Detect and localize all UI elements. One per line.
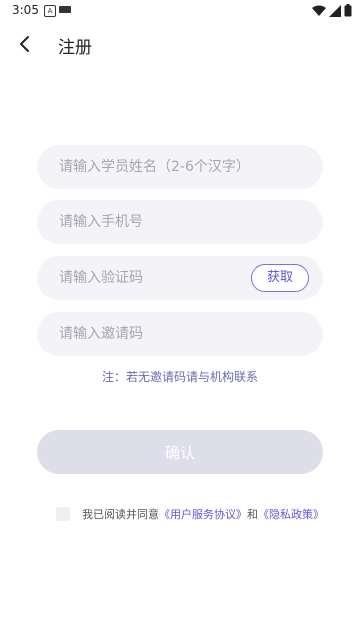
back-button[interactable] — [10, 30, 38, 58]
confirm-button[interactable]: 确认 — [37, 430, 323, 474]
invite-code-input[interactable] — [59, 312, 299, 356]
status-icons — [312, 4, 352, 17]
user-agreement-link[interactable]: 《用户服务协议》 — [159, 506, 247, 522]
status-bar: 3:05 A — [0, 0, 360, 22]
signal-icon — [329, 4, 341, 17]
name-field — [37, 145, 323, 189]
keyboard-icon — [59, 6, 71, 13]
phone-field — [37, 200, 323, 244]
invite-note: 注：若无邀请码请与机构联系 — [101, 370, 258, 384]
app-header: 注册 — [0, 24, 360, 64]
name-input[interactable] — [59, 145, 299, 189]
back-arrow-icon — [20, 36, 29, 52]
agreement-row: 我已阅读并同意 《用户服务协议》 和 《隐私政策》 — [56, 505, 324, 523]
wifi-icon — [312, 5, 326, 16]
phone-input[interactable] — [59, 200, 299, 244]
get-code-button[interactable]: 获取 — [251, 264, 309, 292]
verification-code-input[interactable] — [59, 256, 239, 300]
invite-field — [37, 312, 323, 356]
agreement-and: 和 — [247, 508, 258, 521]
code-field: 获取 — [37, 256, 323, 300]
page-title: 注册 — [58, 38, 92, 58]
privacy-policy-link[interactable]: 《隐私政策》 — [258, 506, 324, 522]
status-time: 3:05 — [12, 3, 39, 17]
battery-icon — [344, 4, 352, 17]
agree-checkbox[interactable] — [56, 507, 70, 521]
agreement-prefix: 我已阅读并同意 — [82, 508, 159, 521]
notification-a-icon: A — [44, 5, 56, 17]
